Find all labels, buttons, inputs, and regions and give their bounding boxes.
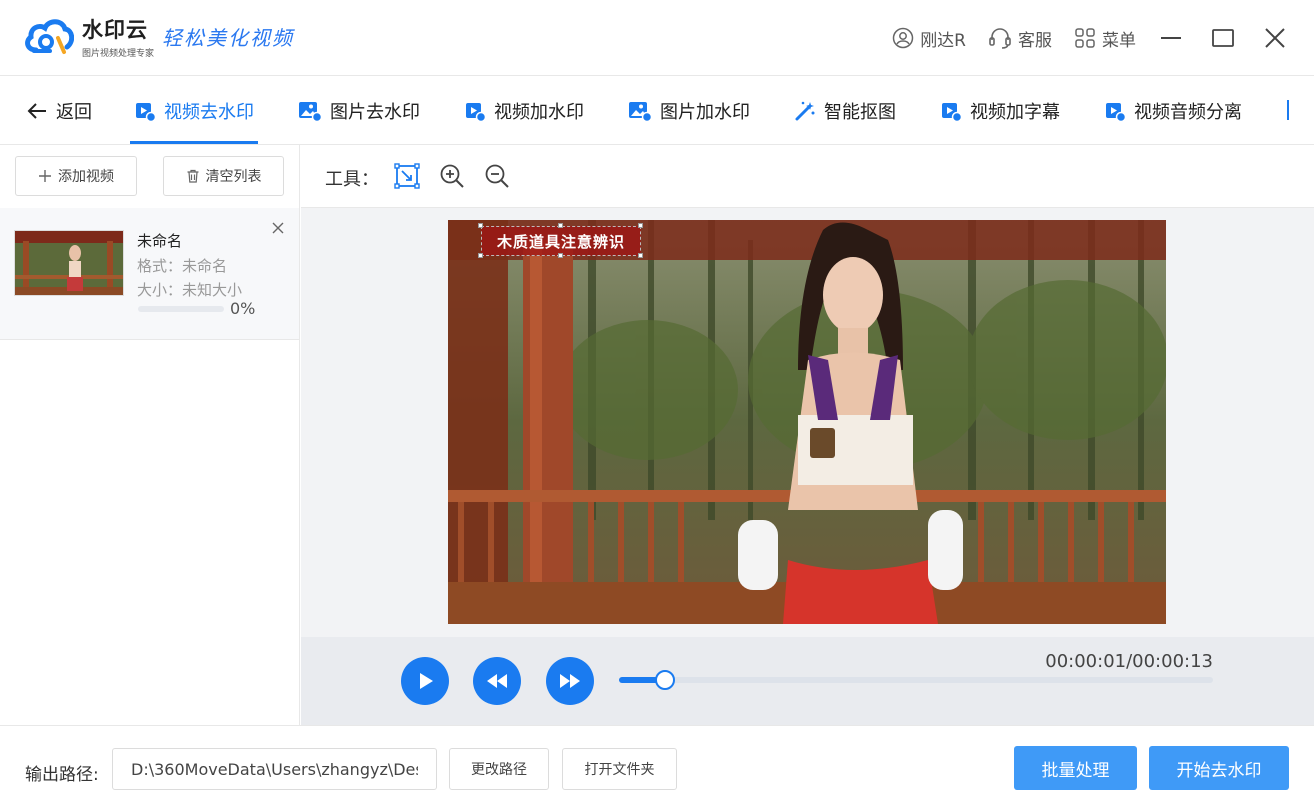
menu-label: 菜单 bbox=[1102, 30, 1136, 51]
headset-icon bbox=[989, 28, 1011, 49]
tab-video-audio-separate[interactable]: 视频音频分离 bbox=[1104, 77, 1242, 145]
resize-handle[interactable] bbox=[558, 253, 563, 258]
arrow-left-icon bbox=[27, 103, 46, 119]
tab-label: 视频去水印 bbox=[164, 102, 254, 123]
minimize-icon bbox=[1161, 37, 1181, 39]
watermark-text: 木质道具注意辨识 bbox=[496, 232, 625, 251]
add-video-button[interactable]: 添加视频 bbox=[15, 156, 137, 196]
user-account[interactable]: 刚达R bbox=[892, 26, 966, 51]
remove-file-icon[interactable] bbox=[270, 220, 286, 236]
zoom-out-icon[interactable] bbox=[484, 163, 510, 189]
menu-button[interactable]: 菜单 bbox=[1074, 26, 1136, 51]
magic-wand-icon bbox=[795, 101, 815, 121]
maximize-icon bbox=[1212, 29, 1234, 47]
video-icon bbox=[1106, 103, 1126, 122]
brand: 水印云 图片视频处理专家 bbox=[82, 14, 154, 59]
tab-label: 视频加水印 bbox=[494, 102, 584, 123]
rewind-button[interactable] bbox=[473, 657, 521, 705]
plus-icon bbox=[39, 170, 51, 182]
video-icon bbox=[466, 103, 486, 122]
brand-name: 水印云 bbox=[82, 18, 148, 42]
file-name: 未命名 bbox=[137, 232, 183, 250]
tab-label: 图片加水印 bbox=[660, 102, 750, 123]
clear-list-label: 清空列表 bbox=[205, 169, 262, 185]
grid-menu-icon bbox=[1075, 28, 1095, 48]
fast-forward-button[interactable] bbox=[546, 657, 594, 705]
slogan: 轻松美化视频 bbox=[162, 26, 294, 50]
rewind-icon bbox=[487, 674, 507, 688]
zoom-in-icon[interactable] bbox=[439, 163, 465, 189]
tab-label: 视频音频分离 bbox=[1134, 102, 1242, 123]
nav-overflow-indicator bbox=[1287, 100, 1289, 120]
back-button[interactable]: 返回 bbox=[26, 77, 92, 145]
video-frame bbox=[448, 220, 1166, 624]
toolbar: 工具： bbox=[301, 145, 1314, 208]
video-icon bbox=[942, 103, 962, 122]
close-button[interactable] bbox=[1262, 25, 1288, 51]
back-label: 返回 bbox=[56, 102, 92, 123]
tab-label: 智能抠图 bbox=[824, 102, 896, 123]
file-progress-text: 0% bbox=[230, 299, 256, 318]
fast-forward-icon bbox=[560, 674, 580, 688]
seek-bar[interactable] bbox=[619, 670, 1213, 690]
feature-nav: 返回 视频去水印 图片去水印 视频加水印 图片加水印 智能抠图 视频加字幕 视频… bbox=[0, 77, 1314, 145]
close-icon bbox=[1265, 28, 1285, 48]
cloud-logo-icon bbox=[25, 19, 74, 54]
play-icon bbox=[420, 673, 433, 689]
file-list-panel: 添加视频 清空列表 未命名 格式：未命名 大小：未知大小 0% bbox=[0, 145, 300, 725]
clear-list-button[interactable]: 清空列表 bbox=[163, 156, 284, 196]
add-video-label: 添加视频 bbox=[58, 169, 114, 185]
start-remove-watermark-button[interactable]: 开始去水印 bbox=[1149, 746, 1289, 790]
trash-icon bbox=[187, 169, 198, 183]
brand-subtitle: 图片视频处理专家 bbox=[82, 49, 155, 59]
open-folder-button[interactable]: 打开文件夹 bbox=[562, 748, 677, 790]
change-path-button[interactable]: 更改路径 bbox=[449, 748, 549, 790]
video-preview[interactable]: 木质道具注意辨识 bbox=[448, 220, 1166, 624]
maximize-button[interactable] bbox=[1210, 25, 1236, 51]
image-icon bbox=[299, 102, 322, 122]
file-format: 格式：未命名 bbox=[137, 257, 228, 275]
user-name: 刚达R bbox=[920, 30, 966, 51]
tab-image-remove-watermark[interactable]: 图片去水印 bbox=[298, 77, 420, 145]
watermark-selection-box[interactable]: 木质道具注意辨识 bbox=[481, 226, 641, 256]
tab-video-remove-watermark[interactable]: 视频去水印 bbox=[134, 77, 254, 145]
resize-handle[interactable] bbox=[478, 253, 483, 258]
tools-label: 工具： bbox=[325, 169, 379, 190]
player-controls: 00:00:01/00:00:13 bbox=[301, 637, 1314, 725]
output-bar: 输出路径: 更改路径 打开文件夹 批量处理 开始去水印 bbox=[0, 725, 1314, 810]
active-tab-indicator bbox=[130, 141, 258, 144]
customer-service-button[interactable]: 客服 bbox=[988, 26, 1052, 51]
tab-video-add-watermark[interactable]: 视频加水印 bbox=[464, 77, 584, 145]
tab-smart-cutout[interactable]: 智能抠图 bbox=[794, 77, 896, 145]
user-icon bbox=[892, 27, 914, 49]
customer-service-label: 客服 bbox=[1018, 30, 1052, 51]
tab-image-add-watermark[interactable]: 图片加水印 bbox=[628, 77, 750, 145]
resize-handle[interactable] bbox=[478, 223, 483, 228]
seek-handle[interactable] bbox=[655, 670, 675, 690]
minimize-button[interactable] bbox=[1158, 25, 1184, 51]
tab-label: 图片去水印 bbox=[330, 102, 420, 123]
video-thumbnail bbox=[14, 230, 124, 296]
resize-handle[interactable] bbox=[638, 253, 643, 258]
select-region-icon[interactable] bbox=[394, 163, 420, 189]
video-icon bbox=[136, 103, 156, 122]
output-path-label: 输出路径: bbox=[25, 765, 99, 785]
play-button[interactable] bbox=[401, 657, 449, 705]
resize-handle[interactable] bbox=[558, 223, 563, 228]
resize-handle[interactable] bbox=[638, 223, 643, 228]
timecode: 00:00:01/00:00:13 bbox=[1045, 651, 1213, 672]
tab-label: 视频加字幕 bbox=[970, 102, 1060, 123]
preview-panel: 工具： 木质道具注意辨识 00:00:01/00:00:13 bbox=[301, 145, 1314, 725]
title-bar: 水印云 图片视频处理专家 轻松美化视频 刚达R 客服 菜单 bbox=[0, 0, 1314, 76]
output-path-input[interactable] bbox=[112, 748, 437, 790]
batch-process-button[interactable]: 批量处理 bbox=[1014, 746, 1137, 790]
tab-video-add-subtitles[interactable]: 视频加字幕 bbox=[940, 77, 1060, 145]
image-icon bbox=[629, 102, 652, 122]
file-size: 大小：未知大小 bbox=[137, 281, 243, 299]
file-list-item[interactable]: 未命名 格式：未命名 大小：未知大小 0% bbox=[0, 208, 299, 340]
title-bar-actions: 刚达R 客服 菜单 bbox=[892, 0, 1314, 76]
file-progress-bar bbox=[138, 306, 224, 312]
